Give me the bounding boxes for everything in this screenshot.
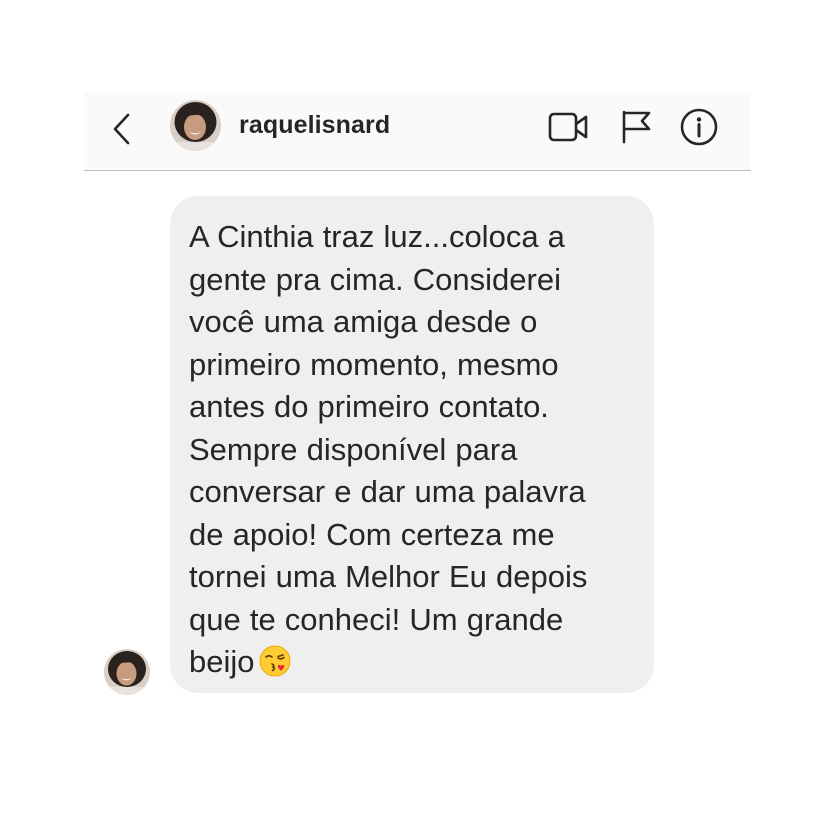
user-photo-icon [104,649,150,695]
video-call-button[interactable] [547,107,591,147]
report-button[interactable] [615,107,659,147]
message-body: A Cinthia traz luz...coloca a gente pra … [189,219,588,679]
message-text: A Cinthia traz luz...coloca a gente pra … [189,216,640,684]
info-button[interactable] [677,107,721,147]
info-icon [680,108,718,146]
flag-icon [622,110,651,144]
dm-thread-screen: raquelisnard A Cinthia traz luz...coloca… [0,0,834,835]
avatar[interactable] [170,100,221,151]
user-photo-icon [170,100,221,151]
chat-header: raquelisnard [84,93,751,171]
username[interactable]: raquelisnard [239,111,390,140]
back-button[interactable] [108,111,138,147]
kissing-face-emoji-icon [259,645,291,677]
video-camera-icon [548,112,588,142]
chevron-left-icon [113,113,130,145]
message-bubble[interactable]: A Cinthia traz luz...coloca a gente pra … [170,196,654,693]
sender-avatar[interactable] [104,649,150,695]
